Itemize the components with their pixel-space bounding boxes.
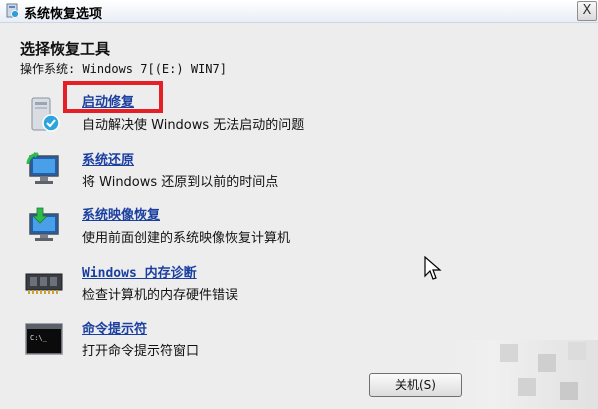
tool-link-memory-diagnostic[interactable]: Windows 内存诊断 [82, 262, 197, 281]
title-bar: 系统恢复选项 X [0, 0, 598, 23]
close-icon: X [582, 3, 592, 18]
close-button[interactable]: X [577, 1, 597, 21]
system-restore-icon[interactable] [24, 150, 64, 188]
pixelated-overlay [448, 340, 598, 409]
command-prompt-icon[interactable]: C:\_ [24, 320, 64, 358]
os-info: 操作系统: Windows 7[(E:) WIN7] [20, 62, 227, 76]
tool-link-system-image-recovery[interactable]: 系统映像恢复 [82, 204, 160, 223]
memory-chip-icon[interactable] [24, 264, 64, 302]
tool-desc-command-prompt: 打开命令提示符窗口 [82, 344, 200, 359]
tool-link-system-restore[interactable]: 系统还原 [82, 149, 134, 168]
system-image-icon[interactable] [24, 206, 64, 244]
tool-desc-system-restore: 将 Windows 还原到以前的时间点 [82, 175, 279, 190]
tool-link-command-prompt[interactable]: 命令提示符 [82, 318, 147, 337]
mouse-cursor-icon [424, 256, 442, 280]
svg-text:C:\_: C:\_ [30, 334, 48, 342]
recovery-app-icon [6, 3, 19, 18]
system-recovery-window: 系统恢复选项 X 选择恢复工具 操作系统: Windows 7[(E:) WIN… [0, 0, 598, 409]
startup-repair-icon[interactable] [24, 96, 64, 134]
highlight-box [63, 81, 163, 113]
window-title: 系统恢复选项 [24, 7, 103, 22]
page-heading: 选择恢复工具 [20, 40, 111, 58]
tool-desc-memory-diagnostic: 检查计算机的内存硬件错误 [82, 288, 239, 303]
shutdown-button[interactable]: 关机(S) [369, 373, 462, 397]
tool-desc-startup-repair: 自动解决使 Windows 无法启动的问题 [82, 118, 305, 133]
tool-desc-system-image-recovery: 使用前面创建的系统映像恢复计算机 [82, 231, 291, 246]
